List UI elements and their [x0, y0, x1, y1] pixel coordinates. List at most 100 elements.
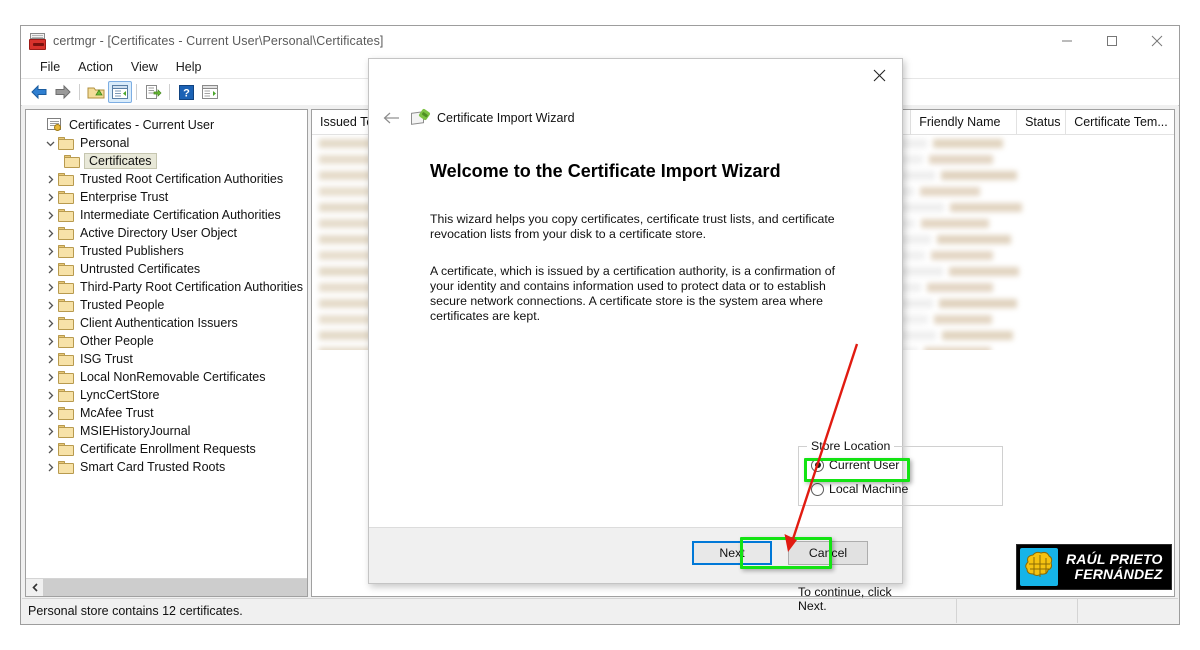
folder-icon [58, 191, 74, 204]
toolbar-separator [136, 84, 137, 100]
show-hide-console-tree-icon[interactable] [108, 81, 132, 103]
folder-icon [58, 407, 74, 420]
folder-icon [58, 317, 74, 330]
chevron-right-icon[interactable] [42, 260, 58, 278]
tree-item-trusted-publishers[interactable]: Trusted Publishers [30, 242, 307, 260]
tree-item-active-directory-user-object[interactable]: Active Directory User Object [30, 224, 307, 242]
menu-view[interactable]: View [122, 58, 167, 76]
column-header-certificate-template[interactable]: Certificate Tem... [1066, 110, 1174, 134]
chevron-right-icon[interactable] [42, 314, 58, 332]
tree-item-untrusted-certificates[interactable]: Untrusted Certificates [30, 260, 307, 278]
column-header-friendly-name[interactable]: Friendly Name [911, 110, 1017, 134]
chevron-right-icon[interactable] [42, 440, 58, 458]
chevron-right-icon[interactable] [42, 404, 58, 422]
tree-item-trusted-root-certification-authorities[interactable]: Trusted Root Certification Authorities [30, 170, 307, 188]
tree-item-label: Trusted Root Certification Authorities [79, 172, 284, 186]
brain-icon [1020, 548, 1058, 586]
menu-file[interactable]: File [31, 58, 69, 76]
chevron-right-icon[interactable] [42, 368, 58, 386]
show-action-pane-icon[interactable] [198, 81, 222, 103]
toolbar-separator [169, 84, 170, 100]
back-icon[interactable] [27, 81, 51, 103]
tree-item-label: Client Authentication Issuers [79, 316, 239, 330]
folder-icon [58, 263, 74, 276]
chevron-right-icon[interactable] [42, 296, 58, 314]
tree-item-other-people[interactable]: Other People [30, 332, 307, 350]
chevron-right-icon[interactable] [42, 350, 58, 368]
chevron-down-icon[interactable] [42, 134, 58, 152]
tree-item-label: Certificate Enrollment Requests [79, 442, 257, 456]
tree-item-local-nonremovable-certificates[interactable]: Local NonRemovable Certificates [30, 368, 307, 386]
folder-icon [58, 209, 74, 222]
tree-item-intermediate-certification-authorities[interactable]: Intermediate Certification Authorities [30, 206, 307, 224]
close-icon[interactable] [856, 59, 902, 91]
wizard-footer: Next Cancel [369, 527, 902, 583]
folder-icon [58, 245, 74, 258]
chevron-right-icon[interactable] [42, 242, 58, 260]
chevron-right-icon[interactable] [42, 422, 58, 440]
wizard-titlebar [369, 59, 902, 101]
window-controls [1044, 26, 1179, 56]
expander-placeholder [30, 116, 46, 134]
scrollbar-thumb[interactable] [43, 579, 307, 596]
chevron-right-icon[interactable] [42, 332, 58, 350]
export-list-icon[interactable] [141, 81, 165, 103]
tree-item-label: Trusted People [79, 298, 165, 312]
wizard-nav: Certificate Import Wizard [369, 101, 902, 135]
tree-item-third-party-root-certification-authorities[interactable]: Third-Party Root Certification Authoriti… [30, 278, 307, 296]
tree-item-label: MSIEHistoryJournal [79, 424, 191, 438]
certmgr-icon [29, 33, 46, 50]
console-tree-pane[interactable]: Certificates - Current User Personal Cer… [25, 109, 308, 597]
tree-item-mcafee-trust[interactable]: McAfee Trust [30, 404, 307, 422]
tree-item-certificates[interactable]: Certificates [30, 152, 307, 170]
chevron-right-icon[interactable] [42, 278, 58, 296]
tree-item-client-authentication-issuers[interactable]: Client Authentication Issuers [30, 314, 307, 332]
chevron-right-icon[interactable] [42, 224, 58, 242]
radio-button-icon[interactable] [811, 483, 824, 496]
continue-instruction: To continue, click Next. [798, 585, 902, 613]
scroll-left-icon[interactable] [26, 579, 43, 596]
tree-item-label: Untrusted Certificates [79, 262, 201, 276]
tree-item-personal[interactable]: Personal [30, 134, 307, 152]
folder-icon [58, 425, 74, 438]
back-arrow-icon[interactable] [379, 104, 407, 132]
tree-item-msiehistoryjournal[interactable]: MSIEHistoryJournal [30, 422, 307, 440]
wizard-heading: Welcome to the Certificate Import Wizard [430, 161, 902, 182]
window-titlebar: certmgr - [Certificates - Current User\P… [21, 26, 1179, 56]
chevron-right-icon[interactable] [42, 386, 58, 404]
help-icon[interactable]: ? [174, 81, 198, 103]
menu-action[interactable]: Action [69, 58, 122, 76]
folder-icon [58, 227, 74, 240]
minimize-icon[interactable] [1044, 26, 1089, 56]
tree-item-label: Other People [79, 334, 155, 348]
tree-item-label: Intermediate Certification Authorities [79, 208, 282, 222]
tree-item-label: Local NonRemovable Certificates [79, 370, 267, 384]
tree-item-label: Enterprise Trust [79, 190, 169, 204]
tree-item-trusted-people[interactable]: Trusted People [30, 296, 307, 314]
up-one-level-icon[interactable] [84, 81, 108, 103]
tree-root-node[interactable]: Certificates - Current User [30, 116, 307, 134]
column-header-status[interactable]: Status [1017, 110, 1066, 134]
wizard-paragraph-1: This wizard helps you copy certificates,… [430, 212, 860, 242]
local-machine-label: Local Machine [829, 482, 908, 496]
tree-horizontal-scrollbar[interactable] [26, 578, 307, 596]
menu-help[interactable]: Help [167, 58, 211, 76]
folder-icon [58, 173, 74, 186]
chevron-right-icon[interactable] [42, 170, 58, 188]
highlight-next-button [740, 537, 832, 569]
tree-item-isg-trust[interactable]: ISG Trust [30, 350, 307, 368]
tree-item-lynccertstore[interactable]: LyncCertStore [30, 386, 307, 404]
forward-icon[interactable] [51, 81, 75, 103]
chevron-right-icon[interactable] [42, 206, 58, 224]
close-icon[interactable] [1134, 26, 1179, 56]
tree-item-enterprise-trust[interactable]: Enterprise Trust [30, 188, 307, 206]
tree-item-smart-card-trusted-roots[interactable]: Smart Card Trusted Roots [30, 458, 307, 476]
logo-line-1: RAÚL PRIETO [1066, 551, 1163, 567]
maximize-icon[interactable] [1089, 26, 1134, 56]
folder-icon [58, 461, 74, 474]
certificate-import-wizard-icon [411, 110, 429, 126]
chevron-right-icon[interactable] [42, 188, 58, 206]
tree-item-certificate-enrollment-requests[interactable]: Certificate Enrollment Requests [30, 440, 307, 458]
certificate-store-icon [46, 118, 63, 133]
chevron-right-icon[interactable] [42, 458, 58, 476]
